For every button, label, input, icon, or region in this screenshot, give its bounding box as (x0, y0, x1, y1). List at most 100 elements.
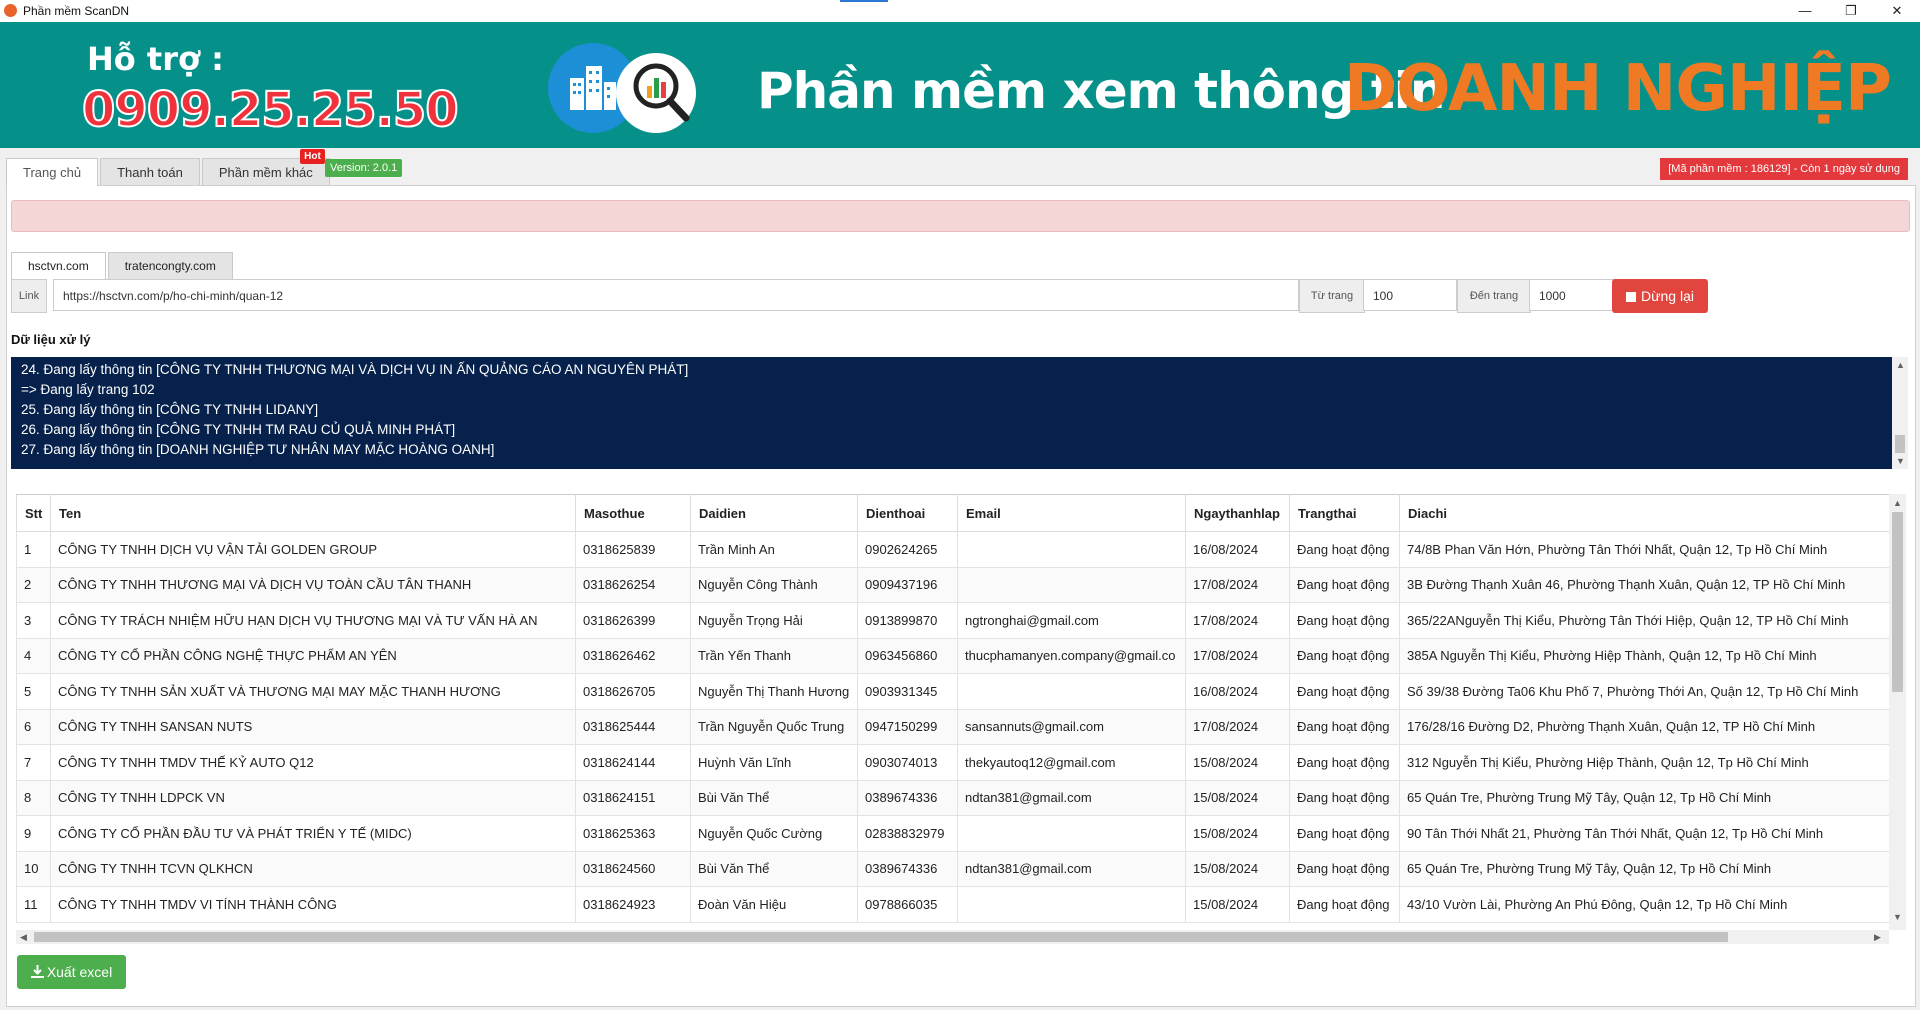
window-title: Phần mềm ScanDN (23, 4, 130, 18)
table-cell-dienthoai: 0902624265 (857, 531, 958, 568)
log-line: 26. Đang lấy thông tin [CÔNG TY TNHH TM … (21, 422, 456, 437)
table-cell-daidien: Nguyễn Trọng Hải (690, 602, 858, 639)
table-scroll-up-icon[interactable]: ▲ (1893, 498, 1902, 508)
table-cell-ngaythanhlap: 15/08/2024 (1185, 815, 1290, 852)
table-cell-masothue: 0318624151 (575, 779, 691, 816)
link-input[interactable]: https://hsctvn.com/p/ho-chi-minh/quan-12 (53, 279, 1299, 311)
tab-thanh-toan[interactable]: Thanh toán (100, 158, 200, 185)
log-output[interactable]: 24. Đang lấy thông tin [CÔNG TY TNHH THƯ… (11, 357, 1892, 469)
table-cell-daidien: Nguyễn Quốc Cường (690, 815, 858, 852)
table-scroll-right-icon[interactable]: ▶ (1874, 932, 1881, 943)
tab-phan-mem-khac-label: Phần mềm khác (218, 165, 313, 180)
table-cell-diachi: 312 Nguyễn Thị Kiểu, Phường Hiệp Thành, … (1399, 744, 1889, 781)
column-header-trangthai[interactable]: Trangthai (1289, 494, 1400, 532)
tab-tratencongty[interactable]: tratencongty.com (107, 252, 233, 279)
table-row[interactable]: 5 CÔNG TY TNHH SẢN XUẤT VÀ THƯƠNG MẠI MAY… (16, 673, 1889, 710)
table-row[interactable]: 10 CÔNG TY TNHH TCVN QLKHCN 0318624560 Bùi … (16, 850, 1889, 887)
table-cell-dienthoai: 0978866035 (857, 886, 958, 923)
log-section-label: Dữ liệu xử lý (11, 332, 91, 347)
minimize-button[interactable]: — (1782, 0, 1828, 22)
table-cell-email: ngtronghai@gmail.com (957, 602, 1186, 639)
table-cell-daidien: Bùi Văn Thể (690, 850, 858, 887)
table-cell-daidien: Trần Yến Thanh (690, 637, 858, 674)
column-header-diachi[interactable]: Diachi (1399, 494, 1889, 532)
table-cell-email (957, 815, 1186, 852)
column-header-ngaythanhlap[interactable]: Ngaythanhlap (1185, 494, 1290, 532)
table-row[interactable]: 6 CÔNG TY TNHH SANSAN NUTS 0318625444 Trần … (16, 708, 1889, 745)
table-row[interactable]: 4 CÔNG TY CỔ PHẦN CÔNG NGHỆ THỰC PHẨM AN … (16, 637, 1889, 674)
table-row[interactable]: 3 CÔNG TY TRÁCH NHIỆM HỮU HẠN DỊCH VỤ THƯ… (16, 602, 1889, 639)
table-scroll-left-icon[interactable]: ◀ (20, 932, 27, 943)
title-accent-line (840, 0, 888, 2)
table-cell-ngaythanhlap: 16/08/2024 (1185, 531, 1290, 568)
table-cell-diachi: 176/28/16 Đường D2, Phường Thạnh Xuân, Q… (1399, 708, 1889, 745)
table-row[interactable]: 7 CÔNG TY TNHH TMDV THẾ KỶ AUTO Q12 031862… (16, 744, 1889, 781)
to-page-input[interactable]: 1000 (1529, 279, 1623, 311)
log-line: 25. Đang lấy thông tin [CÔNG TY TNHH LID… (21, 402, 319, 417)
tab-hsctvn[interactable]: hsctvn.com (11, 252, 106, 279)
maximize-button[interactable]: ❐ (1828, 0, 1874, 22)
export-excel-button[interactable]: Xuất excel (17, 955, 126, 989)
column-header-stt[interactable]: Stt (16, 494, 51, 532)
table-cell-email (957, 673, 1186, 710)
table-cell-email: ndtan381@gmail.com (957, 850, 1186, 887)
table-cell-email (957, 886, 1186, 923)
table-cell-masothue: 0318626705 (575, 673, 691, 710)
table-cell-email: thekyautoq12@gmail.com (957, 744, 1186, 781)
log-line: => Đang lấy trang 102 (21, 382, 155, 397)
table-cell-trangthai: Đang hoạt động (1289, 637, 1400, 674)
table-cell-ten: CÔNG TY TNHH LDPCK VN (50, 779, 576, 816)
column-header-masothue[interactable]: Masothue (575, 494, 691, 532)
table-cell-ten: CÔNG TY CỔ PHẦN ĐẦU TƯ VÀ PHÁT TRIỂN Y T… (50, 815, 576, 852)
table-cell-stt: 2 (16, 566, 51, 603)
tab-phan-mem-khac[interactable]: Phần mềm khác Hot (201, 149, 330, 185)
version-badge: Version: 2.0.1 (325, 159, 403, 177)
table-row[interactable]: 2 CÔNG TY TNHH THƯƠNG MẠI VÀ DỊCH VỤ TOÀN… (16, 566, 1889, 603)
table-row[interactable]: 9 CÔNG TY CỔ PHẦN ĐẦU TƯ VÀ PHÁT TRIỂN Y … (16, 815, 1889, 852)
table-scroll-down-icon[interactable]: ▼ (1893, 912, 1902, 922)
table-cell-dienthoai: 0963456860 (857, 637, 958, 674)
table-cell-ngaythanhlap: 17/08/2024 (1185, 708, 1290, 745)
table-cell-daidien: Bùi Văn Thể (690, 779, 858, 816)
column-header-dienthoai[interactable]: Dienthoai (857, 494, 958, 532)
stop-button[interactable]: Dừng lại (1612, 279, 1708, 313)
table-horizontal-scrollbar-thumb[interactable] (34, 932, 1728, 942)
table-cell-masothue: 0318626462 (575, 637, 691, 674)
table-cell-masothue: 0318626254 (575, 566, 691, 603)
table-cell-ten: CÔNG TY TRÁCH NHIỆM HỮU HẠN DỊCH VỤ THƯƠ… (50, 602, 576, 639)
banner-headline: Phần mềm xem thông tin (757, 62, 1445, 120)
license-badge: [Mã phần mềm : 186129] - Còn 1 ngày sử d… (1660, 158, 1908, 180)
table-cell-dienthoai: 0389674336 (857, 850, 958, 887)
table-cell-stt: 4 (16, 637, 51, 674)
column-header-ten[interactable]: Ten (50, 494, 576, 532)
export-excel-label: Xuất excel (46, 964, 113, 980)
table-cell-diachi: 43/10 Vườn Lài, Phường An Phú Đông, Quận… (1399, 886, 1889, 923)
table-cell-dienthoai: 02838832979 (857, 815, 958, 852)
table-cell-trangthai: Đang hoạt động (1289, 744, 1400, 781)
close-button[interactable]: ✕ (1874, 0, 1920, 22)
table-cell-masothue: 0318624923 (575, 886, 691, 923)
tab-trang-chu[interactable]: Trang chủ (6, 158, 99, 186)
table-cell-trangthai: Đang hoạt động (1289, 886, 1400, 923)
table-cell-diachi: 365/22ANguyễn Thị Kiểu, Phường Tân Thới … (1399, 602, 1889, 639)
table-row[interactable]: 11 CÔNG TY TNHH TMDV VI TÍNH THÀNH CÔNG 03… (16, 886, 1889, 923)
table-cell-dienthoai: 0947150299 (857, 708, 958, 745)
log-scroll-down-icon[interactable]: ▼ (1896, 456, 1905, 466)
table-row[interactable]: 8 CÔNG TY TNHH LDPCK VN 0318624151 Bùi Văn … (16, 779, 1889, 816)
table-vertical-scrollbar-thumb[interactable] (1892, 512, 1903, 692)
link-label: Link (11, 279, 47, 313)
from-page-input[interactable]: 100 (1363, 279, 1457, 311)
table-cell-dienthoai: 0913899870 (857, 602, 958, 639)
table-cell-stt: 11 (16, 886, 51, 923)
table-header-row: Stt Ten Masothue Daidien Dienthoai Email Ngayt… (16, 494, 1889, 532)
table-cell-ten: CÔNG TY TNHH THƯƠNG MẠI VÀ DỊCH VỤ TOÀN … (50, 566, 576, 603)
table-cell-trangthai: Đang hoạt động (1289, 566, 1400, 603)
column-header-email[interactable]: Email (957, 494, 1186, 532)
to-page-label: Đến trang (1457, 279, 1531, 313)
log-scrollbar-thumb[interactable] (1895, 435, 1905, 453)
table-cell-masothue: 0318625363 (575, 815, 691, 852)
table-row[interactable]: 1 CÔNG TY TNHH DỊCH VỤ VẬN TẢI GOLDEN GRO… (16, 531, 1889, 568)
table-cell-trangthai: Đang hoạt động (1289, 673, 1400, 710)
log-scroll-up-icon[interactable]: ▲ (1896, 360, 1905, 370)
column-header-daidien[interactable]: Daidien (690, 494, 858, 532)
